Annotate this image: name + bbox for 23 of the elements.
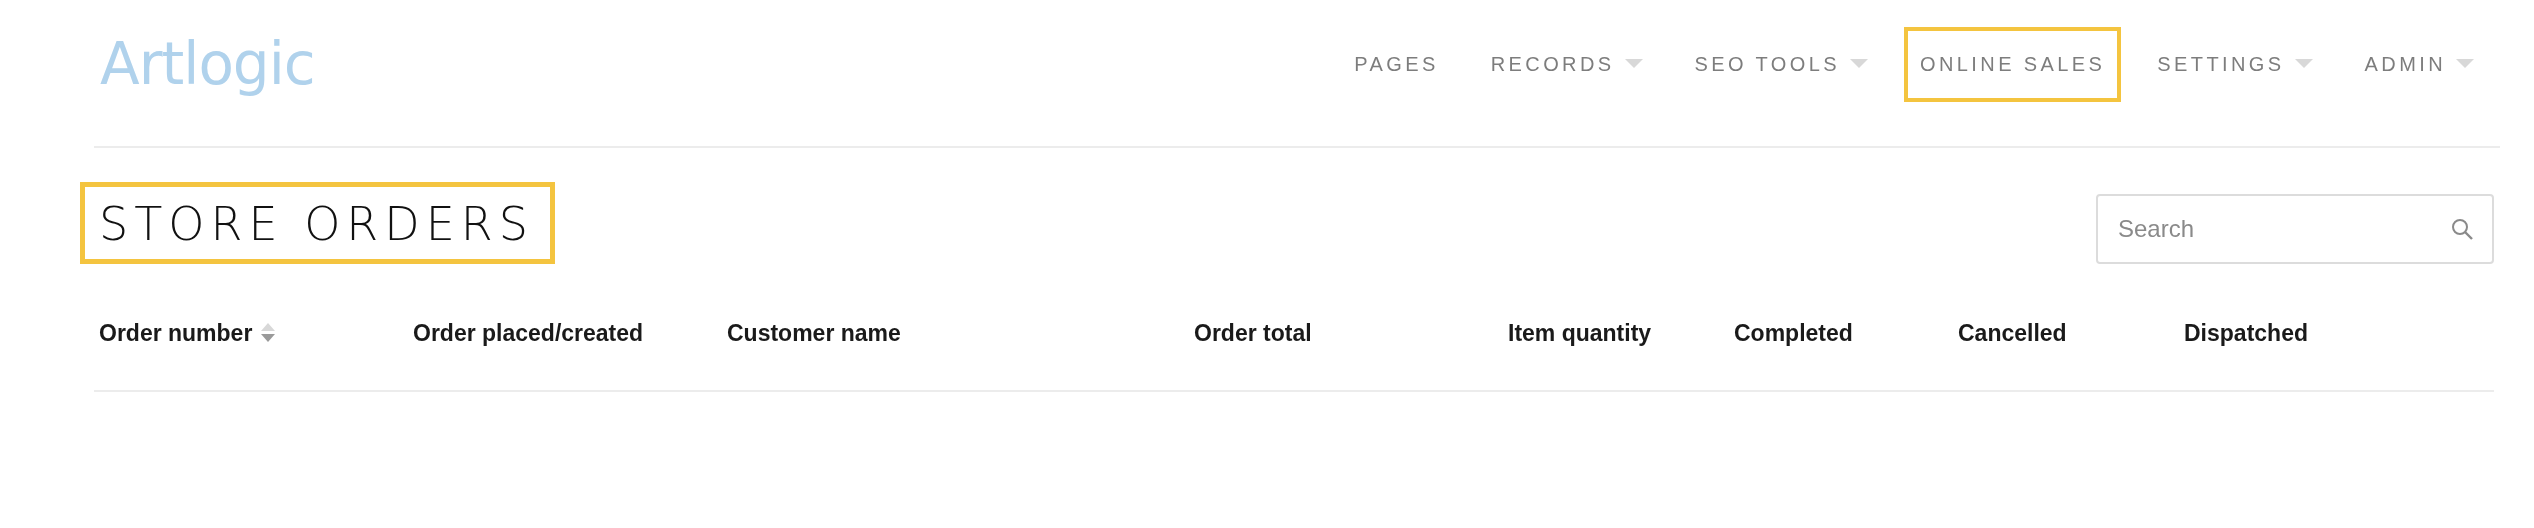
page-title: STORE ORDERS — [80, 182, 555, 264]
column-header: Order placed/created — [413, 319, 644, 347]
nav-link[interactable]: ADMIN — [2348, 26, 2490, 102]
column-header[interactable]: Order number — [99, 319, 253, 347]
search-field[interactable]: Search — [2096, 194, 2494, 264]
nav-link[interactable]: SETTINGS — [2141, 26, 2329, 102]
nav-link[interactable]: ONLINE SALES — [1904, 26, 2122, 102]
sort-icon[interactable] — [260, 322, 277, 344]
nav-link[interactable]: SEO TOOLS — [1678, 26, 1884, 102]
search-icon[interactable] — [2450, 217, 2474, 241]
column-header: Completed — [1734, 319, 1853, 347]
caret-icon — [1624, 59, 1643, 69]
nav-link[interactable]: RECORDS — [1474, 26, 1659, 102]
column-header: Order total — [1194, 319, 1312, 347]
logo: Artlogic — [100, 30, 315, 98]
caret-icon — [1850, 59, 1868, 69]
column-header: Item quantity — [1508, 319, 1652, 347]
column-header: Dispatched — [2184, 319, 2308, 347]
column-header: Cancelled — [1958, 319, 2067, 347]
caret-icon — [2294, 59, 2313, 69]
column-header: Customer name — [727, 319, 901, 347]
caret-icon — [2456, 59, 2474, 69]
nav-link[interactable]: PAGES — [1338, 26, 1455, 102]
